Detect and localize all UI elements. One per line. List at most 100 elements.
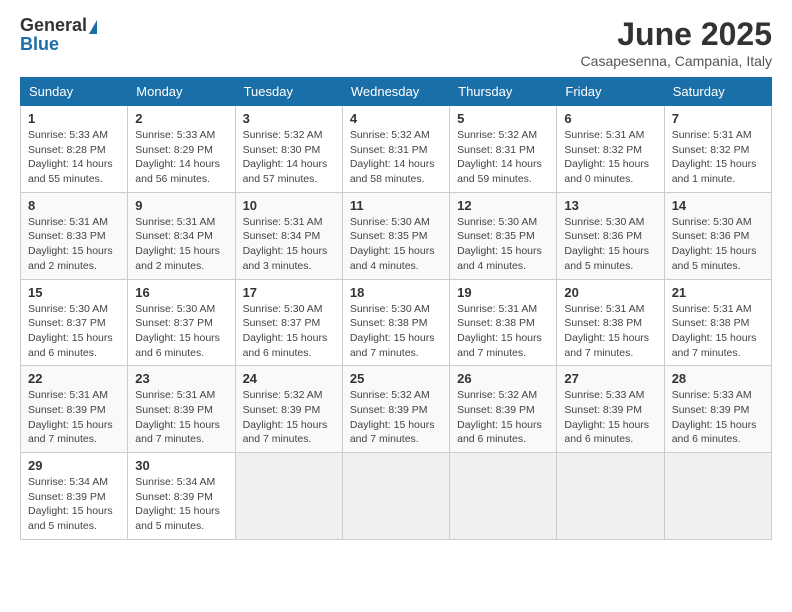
day-number: 9: [135, 198, 227, 213]
day-info: Sunrise: 5:31 AMSunset: 8:34 PMDaylight:…: [135, 215, 227, 274]
day-info: Sunrise: 5:30 AMSunset: 8:37 PMDaylight:…: [135, 302, 227, 361]
calendar-cell: 2 Sunrise: 5:33 AMSunset: 8:29 PMDaylight…: [128, 106, 235, 193]
calendar-cell: 10Sunrise: 5:31 AMSunset: 8:34 PMDayligh…: [235, 192, 342, 279]
day-info: Sunrise: 5:31 AMSunset: 8:32 PMDaylight:…: [564, 128, 656, 187]
calendar-week-1: 1 Sunrise: 5:33 AMSunset: 8:28 PMDaylight…: [21, 106, 772, 193]
month-title: June 2025: [581, 16, 772, 53]
day-info: Sunrise: 5:30 AMSunset: 8:37 PMDaylight:…: [28, 302, 120, 361]
calendar-cell: 21Sunrise: 5:31 AMSunset: 8:38 PMDayligh…: [664, 279, 771, 366]
day-number: 27: [564, 371, 656, 386]
day-number: 30: [135, 458, 227, 473]
calendar-cell: [664, 453, 771, 540]
day-number: 13: [564, 198, 656, 213]
day-info: Sunrise: 5:31 AMSunset: 8:38 PMDaylight:…: [564, 302, 656, 361]
day-number: 12: [457, 198, 549, 213]
calendar-cell: 20 Sunrise: 5:31 AMSunset: 8:38 PMDayligh…: [557, 279, 664, 366]
weekday-header-wednesday: Wednesday: [342, 78, 449, 106]
calendar-week-4: 22 Sunrise: 5:31 AMSunset: 8:39 PMDayligh…: [21, 366, 772, 453]
calendar-cell: 13 Sunrise: 5:30 AMSunset: 8:36 PMDayligh…: [557, 192, 664, 279]
calendar-week-3: 15Sunrise: 5:30 AMSunset: 8:37 PMDayligh…: [21, 279, 772, 366]
weekday-header-sunday: Sunday: [21, 78, 128, 106]
calendar-cell: 8 Sunrise: 5:31 AMSunset: 8:33 PMDaylight…: [21, 192, 128, 279]
day-number: 7: [672, 111, 764, 126]
day-info: Sunrise: 5:33 AMSunset: 8:39 PMDaylight:…: [564, 388, 656, 447]
calendar-week-2: 8 Sunrise: 5:31 AMSunset: 8:33 PMDaylight…: [21, 192, 772, 279]
calendar-cell: 26 Sunrise: 5:32 AMSunset: 8:39 PMDayligh…: [450, 366, 557, 453]
day-info: Sunrise: 5:34 AMSunset: 8:39 PMDaylight:…: [28, 475, 120, 534]
calendar-cell: 17 Sunrise: 5:30 AMSunset: 8:37 PMDayligh…: [235, 279, 342, 366]
day-number: 20: [564, 285, 656, 300]
calendar-cell: 4Sunrise: 5:32 AMSunset: 8:31 PMDaylight…: [342, 106, 449, 193]
weekday-header-monday: Monday: [128, 78, 235, 106]
day-number: 14: [672, 198, 764, 213]
day-info: Sunrise: 5:30 AMSunset: 8:36 PMDaylight:…: [564, 215, 656, 274]
calendar-cell: 6 Sunrise: 5:31 AMSunset: 8:32 PMDaylight…: [557, 106, 664, 193]
day-number: 1: [28, 111, 120, 126]
calendar-cell: 7 Sunrise: 5:31 AMSunset: 8:32 PMDaylight…: [664, 106, 771, 193]
day-number: 16: [135, 285, 227, 300]
calendar-cell: [450, 453, 557, 540]
day-info: Sunrise: 5:34 AMSunset: 8:39 PMDaylight:…: [135, 475, 227, 534]
page-header: General Blue June 2025 Casapesenna, Camp…: [20, 16, 772, 69]
logo-icon: [89, 20, 97, 34]
weekday-header-tuesday: Tuesday: [235, 78, 342, 106]
day-number: 11: [350, 198, 442, 213]
day-number: 17: [243, 285, 335, 300]
day-number: 21: [672, 285, 764, 300]
day-info: Sunrise: 5:32 AMSunset: 8:39 PMDaylight:…: [243, 388, 335, 447]
calendar-cell: 22 Sunrise: 5:31 AMSunset: 8:39 PMDayligh…: [21, 366, 128, 453]
calendar-cell: 9 Sunrise: 5:31 AMSunset: 8:34 PMDaylight…: [128, 192, 235, 279]
day-info: Sunrise: 5:30 AMSunset: 8:36 PMDaylight:…: [672, 215, 764, 274]
day-number: 18: [350, 285, 442, 300]
calendar-cell: 30 Sunrise: 5:34 AMSunset: 8:39 PMDayligh…: [128, 453, 235, 540]
title-block: June 2025 Casapesenna, Campania, Italy: [581, 16, 772, 69]
calendar-cell: 5Sunrise: 5:32 AMSunset: 8:31 PMDaylight…: [450, 106, 557, 193]
day-info: Sunrise: 5:31 AMSunset: 8:32 PMDaylight:…: [672, 128, 764, 187]
day-number: 23: [135, 371, 227, 386]
day-info: Sunrise: 5:30 AMSunset: 8:35 PMDaylight:…: [457, 215, 549, 274]
calendar-cell: 11 Sunrise: 5:30 AMSunset: 8:35 PMDayligh…: [342, 192, 449, 279]
day-info: Sunrise: 5:33 AMSunset: 8:39 PMDaylight:…: [672, 388, 764, 447]
day-info: Sunrise: 5:31 AMSunset: 8:39 PMDaylight:…: [135, 388, 227, 447]
day-info: Sunrise: 5:32 AMSunset: 8:39 PMDaylight:…: [350, 388, 442, 447]
calendar-cell: 16 Sunrise: 5:30 AMSunset: 8:37 PMDayligh…: [128, 279, 235, 366]
calendar-cell: 12 Sunrise: 5:30 AMSunset: 8:35 PMDayligh…: [450, 192, 557, 279]
day-info: Sunrise: 5:33 AMSunset: 8:29 PMDaylight:…: [135, 128, 227, 187]
logo: General Blue: [20, 16, 97, 54]
day-number: 28: [672, 371, 764, 386]
calendar-cell: 25 Sunrise: 5:32 AMSunset: 8:39 PMDayligh…: [342, 366, 449, 453]
day-info: Sunrise: 5:31 AMSunset: 8:33 PMDaylight:…: [28, 215, 120, 274]
calendar-cell: 1 Sunrise: 5:33 AMSunset: 8:28 PMDaylight…: [21, 106, 128, 193]
calendar-cell: 29Sunrise: 5:34 AMSunset: 8:39 PMDayligh…: [21, 453, 128, 540]
weekday-header-friday: Friday: [557, 78, 664, 106]
logo-blue-text: Blue: [20, 34, 59, 54]
day-number: 25: [350, 371, 442, 386]
day-number: 5: [457, 111, 549, 126]
weekday-header-thursday: Thursday: [450, 78, 557, 106]
day-info: Sunrise: 5:30 AMSunset: 8:35 PMDaylight:…: [350, 215, 442, 274]
day-number: 19: [457, 285, 549, 300]
day-number: 2: [135, 111, 227, 126]
day-number: 4: [350, 111, 442, 126]
day-info: Sunrise: 5:30 AMSunset: 8:38 PMDaylight:…: [350, 302, 442, 361]
calendar-cell: [342, 453, 449, 540]
day-info: Sunrise: 5:32 AMSunset: 8:30 PMDaylight:…: [243, 128, 335, 187]
calendar-table: SundayMondayTuesdayWednesdayThursdayFrid…: [20, 77, 772, 540]
day-number: 26: [457, 371, 549, 386]
calendar-cell: 3Sunrise: 5:32 AMSunset: 8:30 PMDaylight…: [235, 106, 342, 193]
day-number: 22: [28, 371, 120, 386]
day-number: 6: [564, 111, 656, 126]
day-info: Sunrise: 5:33 AMSunset: 8:28 PMDaylight:…: [28, 128, 120, 187]
day-info: Sunrise: 5:31 AMSunset: 8:38 PMDaylight:…: [457, 302, 549, 361]
calendar-cell: [557, 453, 664, 540]
calendar-cell: 18 Sunrise: 5:30 AMSunset: 8:38 PMDayligh…: [342, 279, 449, 366]
calendar-cell: 19 Sunrise: 5:31 AMSunset: 8:38 PMDayligh…: [450, 279, 557, 366]
calendar-cell: 23 Sunrise: 5:31 AMSunset: 8:39 PMDayligh…: [128, 366, 235, 453]
day-info: Sunrise: 5:30 AMSunset: 8:37 PMDaylight:…: [243, 302, 335, 361]
day-info: Sunrise: 5:32 AMSunset: 8:39 PMDaylight:…: [457, 388, 549, 447]
calendar-cell: 28 Sunrise: 5:33 AMSunset: 8:39 PMDayligh…: [664, 366, 771, 453]
calendar-week-5: 29Sunrise: 5:34 AMSunset: 8:39 PMDayligh…: [21, 453, 772, 540]
day-info: Sunrise: 5:31 AMSunset: 8:39 PMDaylight:…: [28, 388, 120, 447]
day-number: 8: [28, 198, 120, 213]
logo-general-text: General: [20, 15, 87, 35]
